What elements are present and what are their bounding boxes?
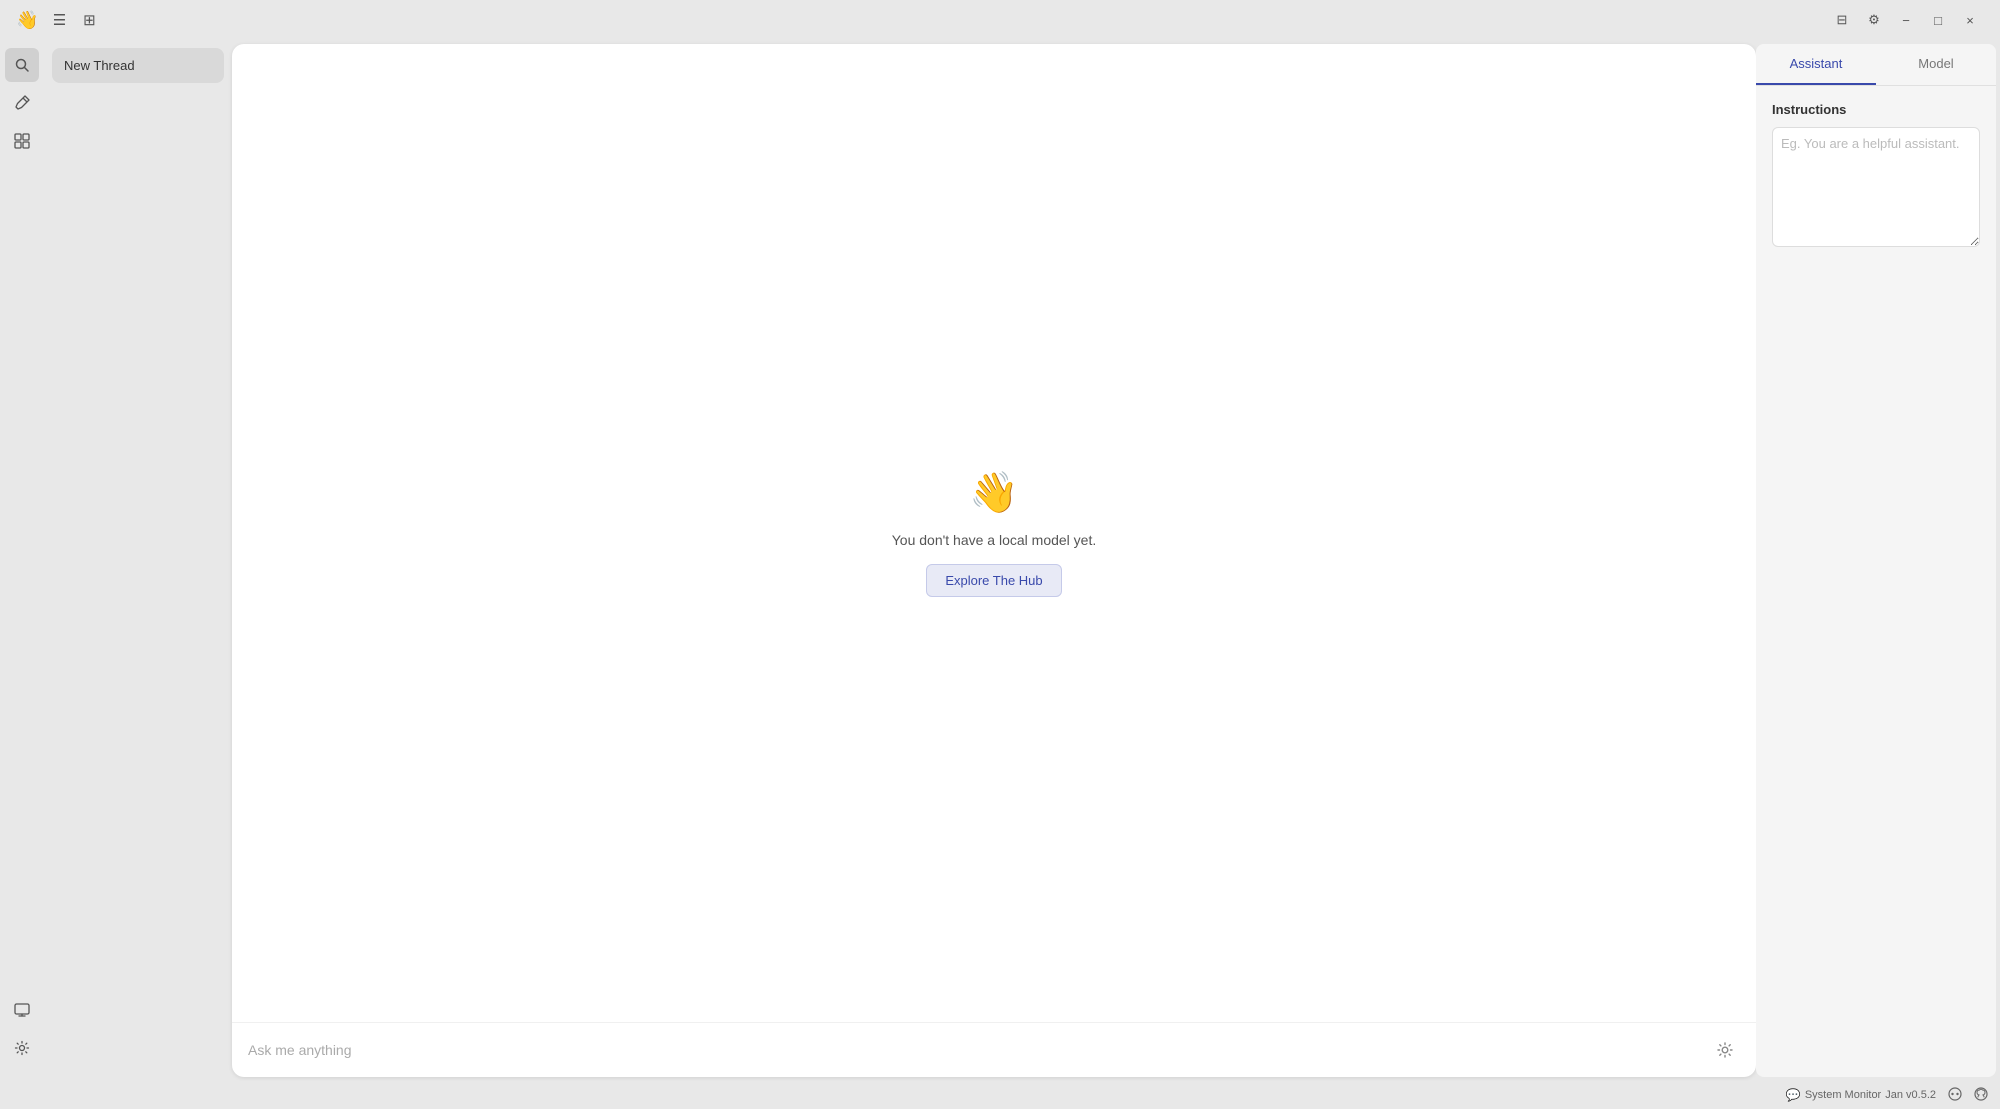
compose-icon bbox=[14, 95, 30, 111]
chat-area: 👋 You don't have a local model yet. Expl… bbox=[232, 44, 1756, 1022]
new-thread-item[interactable]: New Thread bbox=[52, 48, 224, 83]
monitor-status-icon: 💬 bbox=[1786, 1088, 1801, 1102]
empty-state-icon: 👋 bbox=[969, 469, 1019, 516]
titlebar-right: ⊟ ⚙ − □ × bbox=[1828, 6, 1984, 34]
version-label: Jan v0.5.2 bbox=[1885, 1089, 1936, 1101]
statusbar: 💬 System Monitor Jan v0.5.2 bbox=[0, 1081, 2000, 1109]
instructions-label: Instructions bbox=[1772, 102, 1980, 117]
gear-icon bbox=[14, 1040, 30, 1056]
grid-sidebar-button[interactable] bbox=[5, 124, 39, 158]
instructions-textarea[interactable] bbox=[1772, 127, 1980, 247]
system-monitor-item: 💬 System Monitor Jan v0.5.2 bbox=[1786, 1088, 1936, 1102]
titlebar: 👋 ☰ ⊞ ⊟ ⚙ − □ × bbox=[0, 0, 2000, 40]
icon-sidebar-bottom bbox=[5, 993, 39, 1073]
settings-sidebar-button[interactable] bbox=[5, 1031, 39, 1065]
grid-icon bbox=[14, 133, 30, 149]
chat-input-bar bbox=[232, 1022, 1756, 1077]
settings-button[interactable]: ⚙ bbox=[1860, 6, 1888, 34]
app-body: New Thread 👋 You don't have a local mode… bbox=[0, 40, 2000, 1081]
right-panel-tabs: Assistant Model bbox=[1756, 44, 1996, 86]
monitor-label: System Monitor bbox=[1805, 1089, 1881, 1101]
search-sidebar-button[interactable] bbox=[5, 48, 39, 82]
compose-sidebar-button[interactable] bbox=[5, 86, 39, 120]
menu-button[interactable]: ☰ bbox=[50, 11, 68, 29]
panel-toggle-button[interactable]: ⊟ bbox=[1828, 6, 1856, 34]
tab-model[interactable]: Model bbox=[1876, 44, 1996, 85]
empty-state-text: You don't have a local model yet. bbox=[892, 532, 1097, 548]
icon-sidebar bbox=[0, 40, 44, 1081]
thread-sidebar: New Thread bbox=[44, 40, 232, 1081]
layout-button[interactable]: ⊞ bbox=[80, 11, 98, 29]
right-panel-body: Instructions bbox=[1756, 86, 1996, 1077]
titlebar-left: 👋 ☰ ⊞ bbox=[16, 10, 98, 31]
github-icon bbox=[1974, 1087, 1988, 1104]
search-icon bbox=[14, 57, 30, 73]
discord-item[interactable] bbox=[1948, 1087, 1962, 1104]
maximize-button[interactable]: □ bbox=[1924, 6, 1952, 34]
chat-settings-button[interactable] bbox=[1710, 1035, 1740, 1065]
settings-icon bbox=[1716, 1041, 1734, 1059]
discord-icon bbox=[1948, 1087, 1962, 1104]
right-panel: Assistant Model Instructions bbox=[1756, 44, 1996, 1077]
main-content: 👋 You don't have a local model yet. Expl… bbox=[232, 44, 1756, 1077]
monitor-sidebar-button[interactable] bbox=[5, 993, 39, 1027]
close-button[interactable]: × bbox=[1956, 6, 1984, 34]
minimize-button[interactable]: − bbox=[1892, 6, 1920, 34]
explore-hub-button[interactable]: Explore The Hub bbox=[926, 564, 1061, 597]
chat-input[interactable] bbox=[248, 1042, 1702, 1058]
monitor-icon bbox=[14, 1002, 30, 1018]
app-icon: 👋 bbox=[16, 10, 38, 31]
github-item[interactable] bbox=[1974, 1087, 1988, 1104]
tab-assistant[interactable]: Assistant bbox=[1756, 44, 1876, 85]
